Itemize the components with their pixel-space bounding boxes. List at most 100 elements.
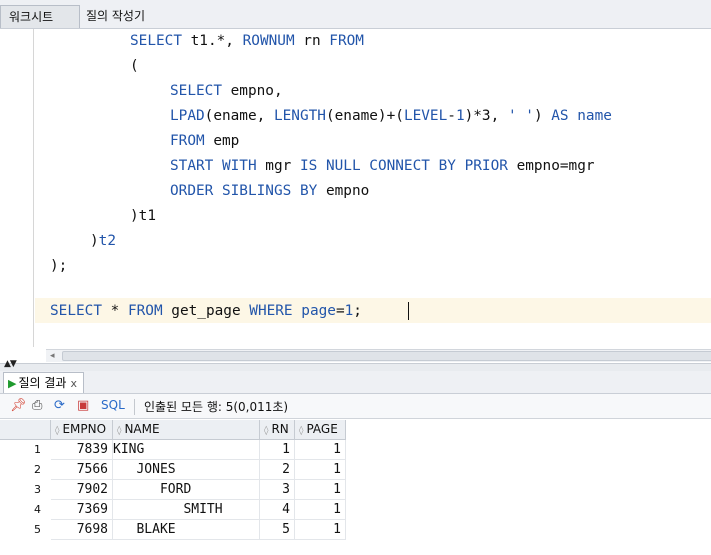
- sql-text: mgr: [256, 158, 300, 174]
- cell-name[interactable]: BLAKE: [113, 520, 260, 540]
- close-icon[interactable]: x: [70, 377, 77, 390]
- print-icon[interactable]: ⎙: [32, 399, 42, 413]
- sql-button[interactable]: SQL: [101, 398, 125, 412]
- sql-text: empno,: [221, 83, 283, 99]
- code-line[interactable]: SELECT t1.*, ROWNUM rn FROM: [130, 29, 364, 54]
- sql-keyword: AS: [551, 108, 569, 124]
- cell-page[interactable]: 1: [295, 440, 346, 460]
- sql-keyword: FROM: [329, 33, 364, 49]
- code-line[interactable]: ORDER SIBLINGS BY empno: [170, 179, 369, 204]
- cell-rn[interactable]: 5: [260, 520, 295, 540]
- sort-icon: ◊: [55, 426, 60, 436]
- text-caret: [408, 302, 409, 320]
- sql-keyword: SELECT: [170, 83, 222, 99]
- column-header-page[interactable]: ◊ PAGE: [295, 420, 346, 440]
- tab-worksheet[interactable]: 워크시트: [0, 5, 80, 28]
- sql-keyword: 1: [344, 303, 354, 319]
- results-tab-bar: [0, 371, 711, 394]
- column-header-rn[interactable]: ◊ RN: [260, 420, 295, 440]
- sql-keyword: name: [577, 108, 612, 124]
- column-header-empno[interactable]: ◊ EMPNO: [51, 420, 113, 440]
- refresh-icon[interactable]: ⟳: [54, 399, 65, 413]
- tab-query-result[interactable]: ▶ 질의 결과 x: [3, 372, 84, 393]
- tab-query-builder[interactable]: 질의 작성기: [78, 5, 178, 27]
- collapse-arrows-icon[interactable]: ▲▼: [4, 359, 17, 369]
- row-number[interactable]: 4: [0, 501, 44, 519]
- sql-keyword: ' ': [507, 108, 534, 124]
- code-line[interactable]: LPAD(ename, LENGTH(ename)+(LEVEL-1)*3, '…: [170, 104, 612, 129]
- cell-empno[interactable]: 7839: [51, 440, 113, 460]
- editor-gutter: [0, 29, 34, 363]
- sql-keyword: page: [301, 303, 336, 319]
- row-number[interactable]: 1: [0, 441, 44, 459]
- sql-keyword: START WITH: [170, 158, 257, 174]
- sql-text: t1.*,: [181, 33, 243, 49]
- sql-text: (ename)+(: [325, 108, 404, 124]
- cell-rn[interactable]: 2: [260, 460, 295, 480]
- sql-text: (ename,: [204, 108, 274, 124]
- sql-keyword: ROWNUM: [242, 33, 295, 49]
- sql-text: *: [101, 303, 128, 319]
- cell-empno[interactable]: 7566: [51, 460, 113, 480]
- sql-text: empno=mgr: [507, 158, 595, 174]
- sql-keyword: IS NULL CONNECT BY PRIOR: [299, 158, 508, 174]
- cell-empno[interactable]: 7698: [51, 520, 113, 540]
- cell-empno[interactable]: 7369: [51, 500, 113, 520]
- sql-text: =: [335, 303, 345, 319]
- column-header-name[interactable]: ◊ NAME: [113, 420, 260, 440]
- sql-text: );: [50, 258, 68, 274]
- toolbar-divider: [134, 399, 135, 415]
- sql-keyword: SELECT: [130, 33, 182, 49]
- sql-text: -: [447, 108, 456, 124]
- cell-name[interactable]: FORD: [113, 480, 260, 500]
- cell-page[interactable]: 1: [295, 460, 346, 480]
- cell-name[interactable]: SMITH: [113, 500, 260, 520]
- row-number[interactable]: 2: [0, 461, 44, 479]
- sort-icon: ◊: [264, 426, 269, 436]
- row-number[interactable]: 5: [0, 521, 44, 539]
- sql-keyword: SELECT: [50, 303, 102, 319]
- pin-icon[interactable]: 📌︎: [10, 399, 27, 413]
- sql-text: (: [130, 58, 139, 74]
- grid-corner: [0, 420, 51, 440]
- code-line[interactable]: )t1: [130, 204, 156, 229]
- cell-name[interactable]: KING: [113, 440, 260, 460]
- sql-text: )*3,: [464, 108, 508, 124]
- cell-name[interactable]: JONES: [113, 460, 260, 480]
- tab-query-result-label: 질의 결과: [18, 376, 67, 390]
- sql-keyword: LENGTH: [273, 108, 326, 124]
- sql-keyword: 1: [455, 108, 465, 124]
- code-line[interactable]: );: [50, 254, 67, 279]
- cell-page[interactable]: 1: [295, 520, 346, 540]
- code-line[interactable]: FROM emp: [170, 129, 239, 154]
- sql-keyword: ORDER SIBLINGS BY: [170, 183, 318, 199]
- scroll-left-arrow-icon[interactable]: ◂: [50, 351, 55, 361]
- sort-icon: ◊: [117, 426, 122, 436]
- cell-rn[interactable]: 3: [260, 480, 295, 500]
- code-line[interactable]: )t2: [90, 229, 116, 254]
- sql-text: ): [90, 233, 99, 249]
- fetch-status: 인출된 모든 행: 5(0,011초): [144, 400, 289, 414]
- sql-keyword: t2: [98, 233, 116, 249]
- row-number[interactable]: 3: [0, 481, 44, 499]
- code-line[interactable]: START WITH mgr IS NULL CONNECT BY PRIOR …: [170, 154, 595, 179]
- scrollbar-thumb[interactable]: [62, 351, 711, 361]
- sql-editor[interactable]: SELECT t1.*, ROWNUM rn FROM ( SELECT empno…: [0, 29, 711, 363]
- export-icon[interactable]: ▣: [77, 399, 89, 413]
- code-line[interactable]: SELECT empno,: [170, 79, 283, 104]
- cell-rn[interactable]: 1: [260, 440, 295, 460]
- sql-text: rn: [294, 33, 330, 49]
- code-line[interactable]: SELECT * FROM get_page WHERE page=1;: [50, 299, 362, 324]
- sql-text: ): [533, 108, 552, 124]
- cell-empno[interactable]: 7902: [51, 480, 113, 500]
- sql-text: )t1: [130, 208, 156, 224]
- run-icon: ▶: [8, 377, 17, 390]
- cell-rn[interactable]: 4: [260, 500, 295, 520]
- cell-page[interactable]: 1: [295, 480, 346, 500]
- sql-text: empno: [317, 183, 370, 199]
- sql-keyword: LPAD: [170, 108, 205, 124]
- cell-page[interactable]: 1: [295, 500, 346, 520]
- code-line[interactable]: (: [130, 54, 139, 79]
